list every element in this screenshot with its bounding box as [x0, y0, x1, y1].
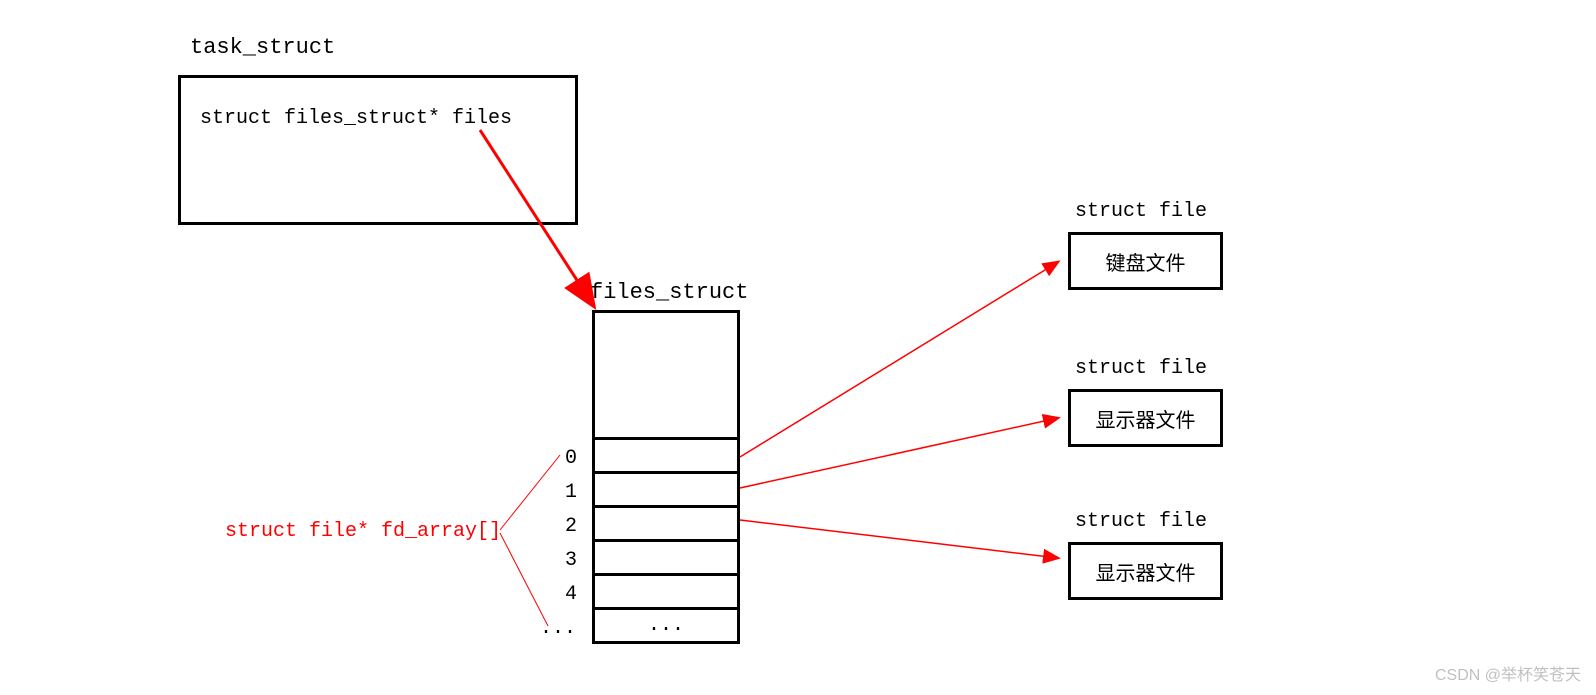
- struct-file-label-1: struct file: [1075, 357, 1207, 380]
- struct-file-box-2: 显示器文件: [1068, 542, 1223, 600]
- files-struct-top-cell: [592, 310, 740, 440]
- cell-ellipsis: ...: [648, 614, 684, 637]
- task-struct-field: struct files_struct* files: [200, 107, 512, 130]
- array-cell-3: [592, 542, 740, 576]
- array-cell-5: ...: [592, 610, 740, 644]
- file-content-0: 键盘文件: [1106, 247, 1186, 276]
- array-cell-1: [592, 474, 740, 508]
- index-5: ...: [540, 617, 576, 640]
- task-struct-box: [178, 75, 578, 225]
- file-content-1: 显示器文件: [1096, 404, 1196, 433]
- index-3: 3: [565, 549, 577, 572]
- task-struct-title: task_struct: [190, 35, 335, 60]
- array-cell-2: [592, 508, 740, 542]
- struct-file-label-0: struct file: [1075, 200, 1207, 223]
- fd-array-label: struct file* fd_array[]: [225, 520, 501, 543]
- index-1: 1: [565, 481, 577, 504]
- watermark: CSDN @举杯笑苍天: [1435, 661, 1581, 685]
- array-cell-0: [592, 440, 740, 474]
- file-content-2: 显示器文件: [1096, 557, 1196, 586]
- array-cell-4: [592, 576, 740, 610]
- struct-file-box-0: 键盘文件: [1068, 232, 1223, 290]
- struct-file-box-1: 显示器文件: [1068, 389, 1223, 447]
- files-struct-title: files_struct: [590, 280, 748, 305]
- index-4: 4: [565, 583, 577, 606]
- struct-file-label-2: struct file: [1075, 510, 1207, 533]
- index-2: 2: [565, 515, 577, 538]
- index-0: 0: [565, 447, 577, 470]
